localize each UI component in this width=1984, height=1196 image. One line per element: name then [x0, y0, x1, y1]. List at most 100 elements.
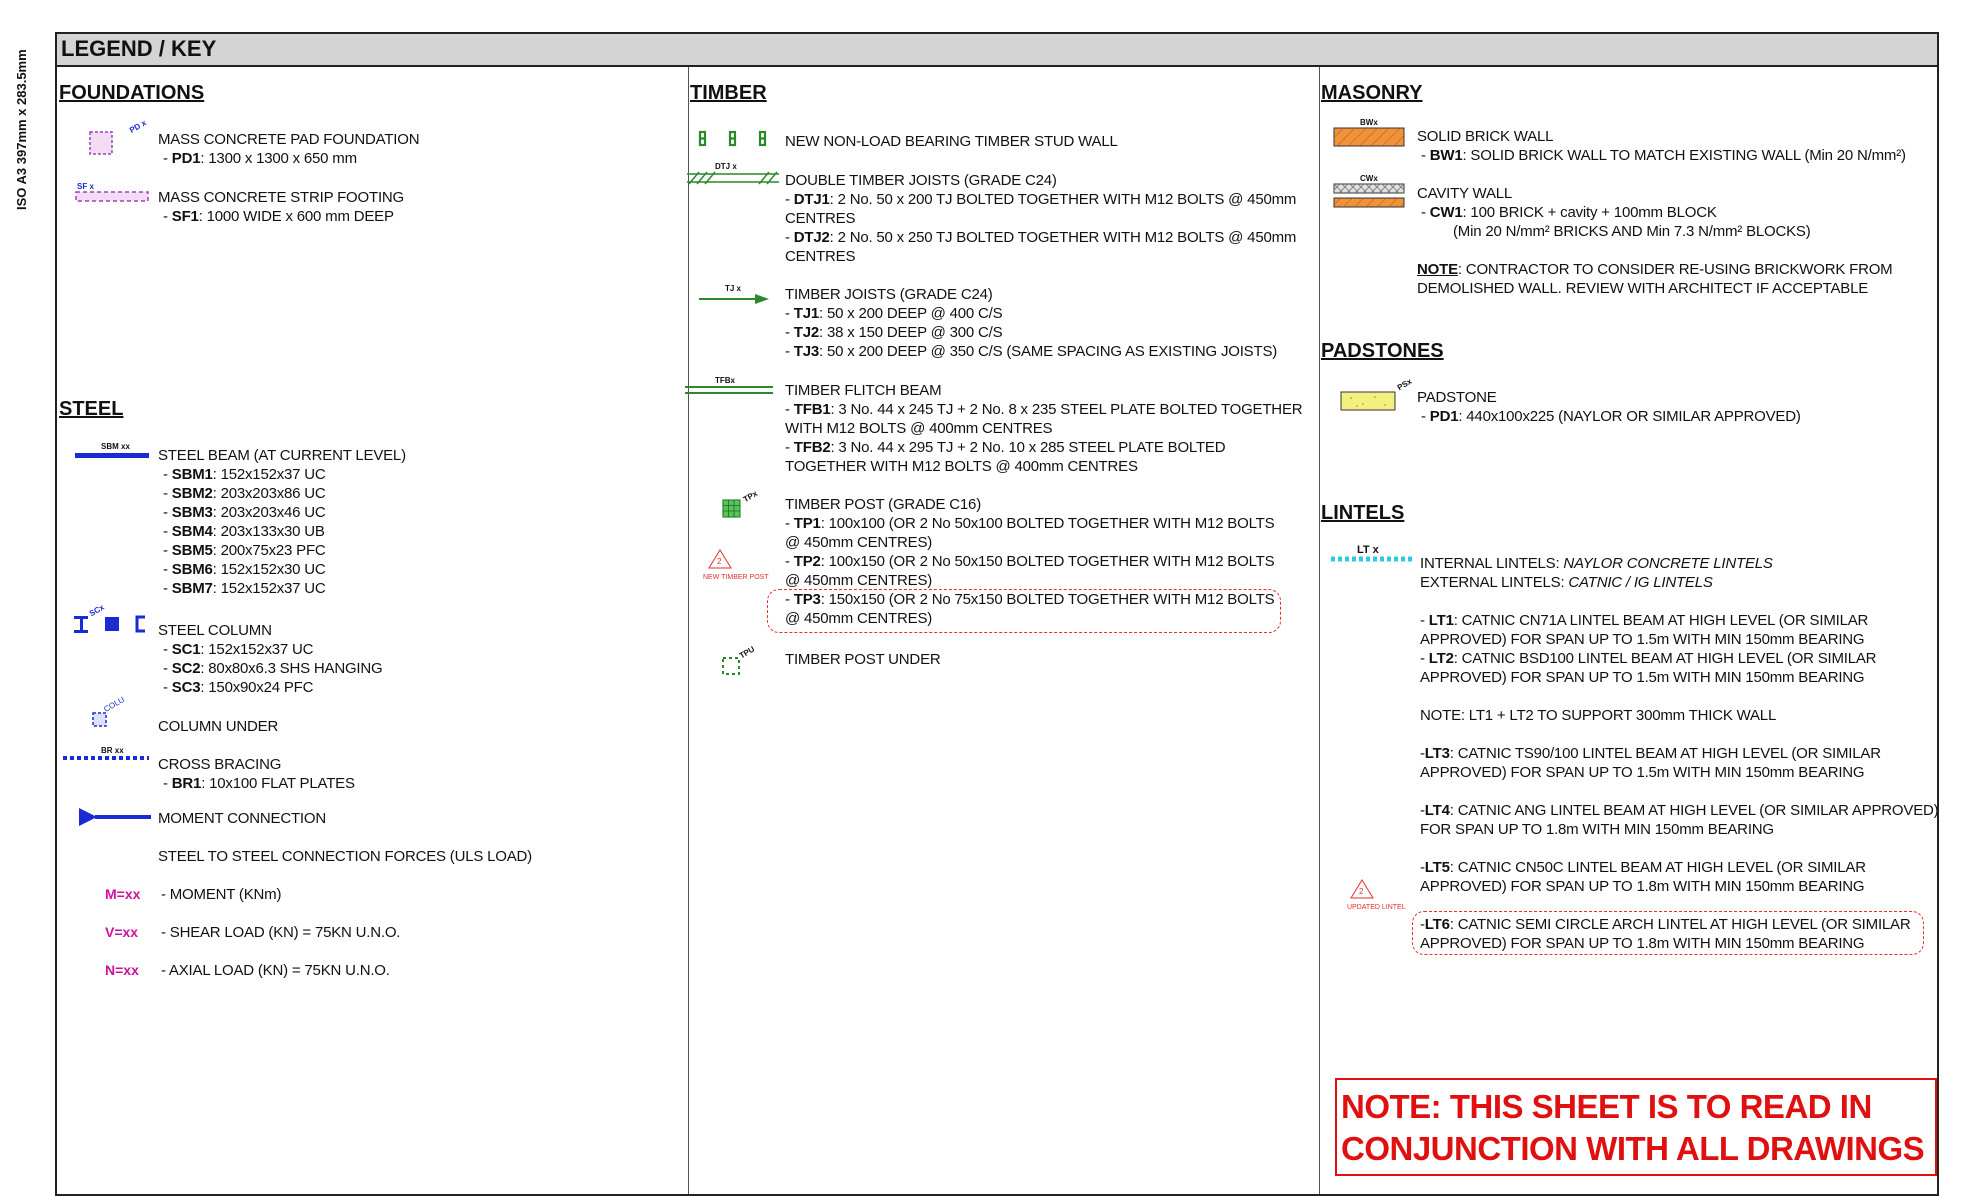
- sheet-note-line1: NOTE: THIS SHEET IS TO READ IN: [1341, 1088, 1872, 1125]
- sbm-item: - SBM1: 152x152x37 UC: [163, 466, 326, 483]
- tp-item: - TP1: 100x100 (OR 2 No 50x100 BOLTED TO…: [785, 515, 1275, 551]
- masonry-note: NOTE: CONTRACTOR TO CONSIDER RE-USING BR…: [1417, 261, 1893, 278]
- tfb-item: - TFB1: 3 No. 44 x 245 TJ + 2 No. 8 x 23…: [785, 401, 1303, 437]
- strip-footing-title: MASS CONCRETE STRIP FOOTING: [158, 189, 405, 206]
- brick-wall-title: SOLID BRICK WALL: [1417, 128, 1554, 145]
- dtj-item: - DTJ2: 2 No. 50 x 250 TJ BOLTED TOGETHE…: [785, 229, 1297, 265]
- tp-title: TIMBER POST (GRADE C16): [785, 496, 981, 513]
- sc-item: - SC2: 80x80x6.3 SHS HANGING: [163, 660, 383, 677]
- cross-bracing-title: CROSS BRACING: [158, 756, 282, 773]
- cavity-wall-title: CAVITY WALL: [1417, 185, 1513, 202]
- steel-beam-icon: [75, 453, 149, 458]
- stud-wall-title: NEW NON-LOAD BEARING TIMBER STUD WALL: [785, 133, 1118, 150]
- sc-item: - SC1: 152x152x37 UC: [163, 641, 314, 658]
- lintel-item: -LT4: CATNIC ANG LINTEL BEAM AT HIGH LEV…: [1420, 802, 1939, 819]
- tj-item: - TJ3: 50 x 200 DEEP @ 350 C/S (SAME SPA…: [785, 343, 1278, 360]
- tj-item: - TJ2: 38 x 150 DEEP @ 300 C/S: [785, 324, 1003, 341]
- lintel-item: - LT2: CATNIC BSD100 LINTEL BEAM AT HIGH…: [1420, 650, 1877, 667]
- tp-tag: TPx: [741, 488, 759, 505]
- timber-joist-icon: [699, 294, 769, 304]
- padstone-title: PADSTONE: [1417, 389, 1497, 406]
- sheet-size-label: ISO A3 397mm x 283.5mm: [14, 49, 29, 210]
- shear-symbol: V=xx: [105, 924, 139, 940]
- sheet-note-box: NOTE: THIS SHEET IS TO READ IN CONJUNCTI…: [1335, 1078, 1937, 1176]
- strip-footing-icon: [75, 191, 149, 202]
- brick-wall-icon: [1333, 127, 1405, 147]
- axial-label: - AXIAL LOAD (KN) = 75KN U.N.O.: [161, 962, 390, 979]
- sbm-item: - SBM5: 200x75x23 PFC: [163, 542, 326, 559]
- cavity-wall-icon: [1333, 183, 1405, 208]
- lintel-icon: [1331, 556, 1415, 562]
- lintel-item-line2: FOR SPAN UP TO 1.8m WITH MIN 150mm BEARI…: [1420, 821, 1774, 838]
- column-under-tag: COLU: [102, 695, 126, 714]
- revision-label: NEW TIMBER POST: [703, 574, 769, 581]
- lintel-item-line2: APPROVED) FOR SPAN UP TO 1.5m WITH MIN 1…: [1420, 669, 1865, 686]
- moment-connection-icon: [79, 808, 151, 826]
- brick-wall-tag: BWx: [1360, 118, 1378, 127]
- legend-frame: LEGEND / KEY FOUNDATIONS PD x MASS CONCR…: [55, 32, 1939, 1196]
- dtj-title: DOUBLE TIMBER JOISTS (GRADE C24): [785, 172, 1057, 189]
- padstones-heading: PADSTONES: [1321, 340, 1444, 362]
- cavity-wall-tag: CWx: [1360, 174, 1378, 183]
- forces-heading: STEEL TO STEEL CONNECTION FORCES (ULS LO…: [158, 848, 532, 865]
- sc-item: - SC3: 150x90x24 PFC: [163, 679, 314, 696]
- stud-wall-icon: [698, 130, 767, 147]
- flitch-beam-icon: [685, 386, 773, 394]
- column-divider-2: [1319, 67, 1320, 1194]
- column-divider-1: [688, 67, 689, 1194]
- sbm-item: - SBM4: 203x133x30 UB: [163, 523, 325, 540]
- double-joist-icon: [687, 171, 779, 185]
- dtj-item: - DTJ1: 2 No. 50 x 200 TJ BOLTED TOGETHE…: [785, 191, 1297, 227]
- pad-foundation-tag: PD x: [127, 118, 148, 135]
- revision-number: 2: [1359, 887, 1364, 896]
- padstone-tag: PSx: [1395, 376, 1414, 393]
- cavity-wall-strength: (Min 20 N/mm² BRICKS AND Min 7.3 N/mm² B…: [1453, 223, 1811, 240]
- lintel-item-line2: APPROVED) FOR SPAN UP TO 1.5m WITH MIN 1…: [1420, 631, 1865, 648]
- strip-code: SF1: [171, 208, 199, 225]
- steel-beam-title: STEEL BEAM (AT CURRENT LEVEL): [158, 447, 406, 464]
- internal-lintels: INTERNAL LINTELS: NAYLOR CONCRETE LINTEL…: [1420, 555, 1773, 572]
- tpu-tag: TPU: [737, 644, 757, 661]
- legend-title: LEGEND / KEY: [61, 36, 217, 61]
- cavity-wall-detail: - CW1: 100 BRICK + cavity + 100mm BLOCK: [1421, 204, 1717, 221]
- lintel-item: -LT5: CATNIC CN50C LINTEL BEAM AT HIGH L…: [1420, 859, 1866, 876]
- pad-detail: : 1300 x 1300 x 650 mm: [200, 150, 357, 167]
- lintel-note: NOTE: LT1 + LT2 TO SUPPORT 300mm THICK W…: [1420, 707, 1777, 724]
- tfb-item: - TFB2: 3 No. 44 x 295 TJ + 2 No. 10 x 2…: [785, 439, 1226, 475]
- foundations-heading: FOUNDATIONS: [59, 82, 205, 104]
- tp-item: - TP3: 150x150 (OR 2 No 75x150 BOLTED TO…: [785, 591, 1275, 627]
- padstone-detail: - PD1: 440x100x225 (NAYLOR OR SIMILAR AP…: [1421, 408, 1801, 425]
- moment-symbol: M=xx: [105, 886, 141, 902]
- revision-label: UPDATED LINTEL: [1347, 904, 1406, 911]
- tpu-title: TIMBER POST UNDER: [785, 651, 941, 668]
- tj-item: - TJ1: 50 x 200 DEEP @ 400 C/S: [785, 305, 1003, 322]
- revision-number: 2: [717, 557, 722, 566]
- lintel-item: -LT3: CATNIC TS90/100 LINTEL BEAM AT HIG…: [1420, 745, 1881, 762]
- tj-title: TIMBER JOISTS (GRADE C24): [785, 286, 993, 303]
- lintel-item: - LT1: CATNIC CN71A LINTEL BEAM AT HIGH …: [1420, 612, 1869, 629]
- lintel-item-line2: APPROVED) FOR SPAN UP TO 1.8m WITH MIN 1…: [1420, 878, 1865, 895]
- tfb-title: TIMBER FLITCH BEAM: [785, 382, 942, 399]
- masonry-heading: MASONRY: [1321, 82, 1423, 104]
- sbm-item: - SBM7: 152x152x37 UC: [163, 580, 326, 597]
- pad-code: PD1: [171, 150, 201, 167]
- cross-bracing-detail: - BR1: 10x100 FLAT PLATES: [163, 775, 355, 792]
- shear-label: - SHEAR LOAD (KN) = 75KN U.N.O.: [161, 924, 401, 941]
- pad-foundation-title: MASS CONCRETE PAD FOUNDATION: [158, 131, 420, 148]
- timber-heading: TIMBER: [690, 82, 767, 104]
- column-under-title: COLUMN UNDER: [158, 718, 279, 735]
- title-bar: LEGEND / KEY: [57, 34, 1937, 67]
- lintel-item: -LT6: CATNIC SEMI CIRCLE ARCH LINTEL AT …: [1420, 916, 1911, 933]
- masonry-note-line2: DEMOLISHED WALL. REVIEW WITH ARCHITECT I…: [1417, 280, 1869, 297]
- sheet-note-line2: CONJUNCTION WITH ALL DRAWINGS: [1341, 1130, 1925, 1167]
- steel-beam-tag: SBM xx: [101, 442, 130, 451]
- steel-column-icon: [74, 615, 145, 633]
- strip-footing-detail: - SF1: 1000 WIDE x 600 mm DEEP: [163, 208, 394, 225]
- pad-foundation-icon: [89, 131, 113, 155]
- lintel-item-line2: APPROVED) FOR SPAN UP TO 1.8m WITH MIN 1…: [1420, 935, 1865, 952]
- steel-column-title: STEEL COLUMN: [158, 622, 272, 639]
- axial-symbol: N=xx: [105, 962, 139, 978]
- strip-detail: : 1000 WIDE x 600 mm DEEP: [198, 208, 394, 225]
- lintels-heading: LINTELS: [1321, 502, 1405, 524]
- moment-connection-title: MOMENT CONNECTION: [158, 810, 326, 827]
